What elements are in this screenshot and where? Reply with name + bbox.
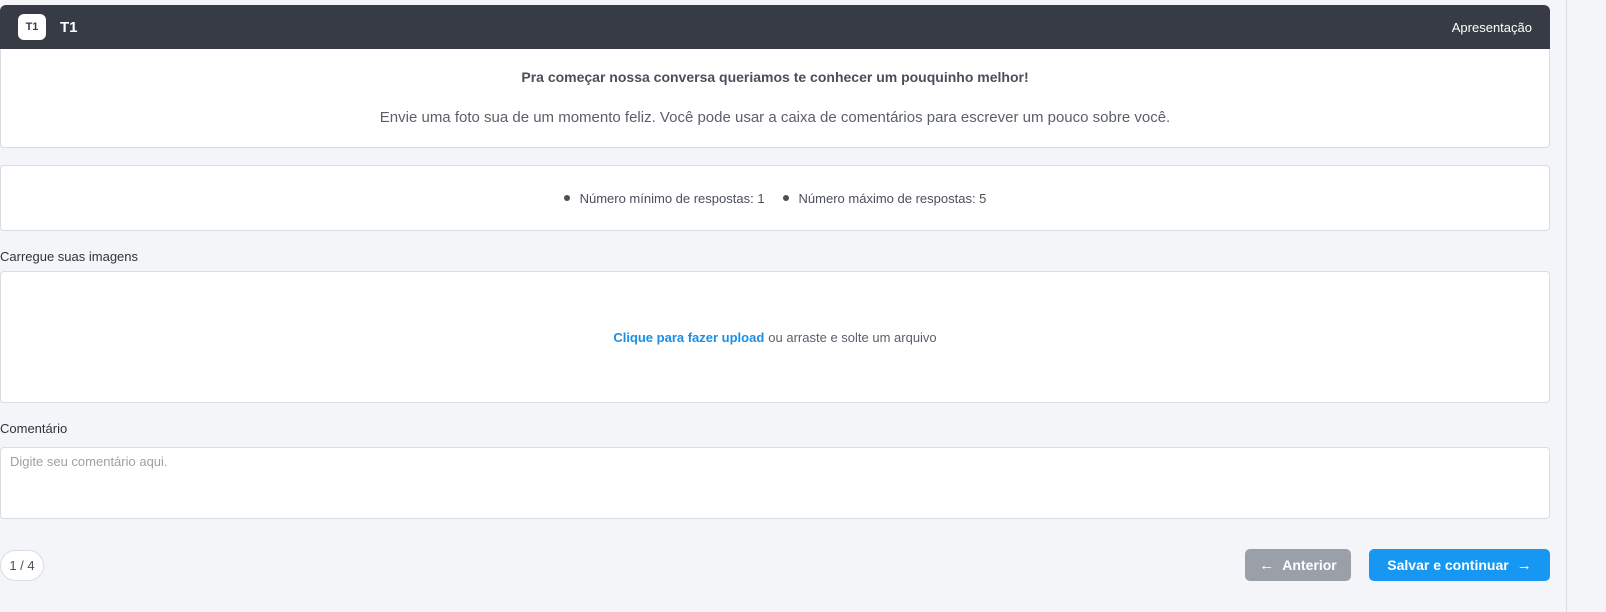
upload-link[interactable]: Clique para fazer upload <box>613 330 764 345</box>
intro-heading: Pra começar nossa conversa queriamos te … <box>521 69 1029 85</box>
section-name: Apresentação <box>1451 19 1532 35</box>
app-logo: T1 <box>18 14 46 40</box>
image-upload-dropzone[interactable]: Clique para fazer upload ou arraste e so… <box>0 271 1550 403</box>
upload-hint: ou arraste e solte um arquivo <box>768 329 937 345</box>
max-answers-rule: Número máximo de respostas: 5 <box>782 190 987 206</box>
comment-label: Comentário <box>0 421 68 436</box>
top-header-bar: T1 T1 Apresentação <box>0 5 1550 49</box>
header-title: T1 <box>60 18 78 36</box>
bullet-icon <box>563 195 570 201</box>
max-answers-text: Número máximo de respostas: 5 <box>798 190 987 206</box>
bullet-icon <box>782 195 789 201</box>
save-and-continue-label: Salvar e continuar <box>1387 557 1509 573</box>
answer-rules-card: Número mínimo de respostas: 1 Número máx… <box>0 165 1550 231</box>
arrow-left-icon: ← <box>1259 556 1275 574</box>
min-answers-text: Número mínimo de respostas: 1 <box>579 190 765 206</box>
comment-textarea[interactable] <box>0 447 1550 519</box>
page-indicator: 1 / 4 <box>0 550 44 581</box>
min-answers-rule: Número mínimo de respostas: 1 <box>563 190 765 206</box>
arrow-right-icon: → <box>1516 556 1532 574</box>
previous-button[interactable]: ← Anterior <box>1245 549 1351 581</box>
intro-card: Pra começar nossa conversa queriamos te … <box>0 49 1550 148</box>
previous-button-label: Anterior <box>1282 557 1337 573</box>
scrollbar-edge <box>1566 0 1567 612</box>
save-and-continue-button[interactable]: Salvar e continuar → <box>1369 549 1550 581</box>
upload-label: Carregue suas imagens <box>0 249 139 264</box>
intro-body: Envie uma foto sua de um momento feliz. … <box>379 109 1171 126</box>
